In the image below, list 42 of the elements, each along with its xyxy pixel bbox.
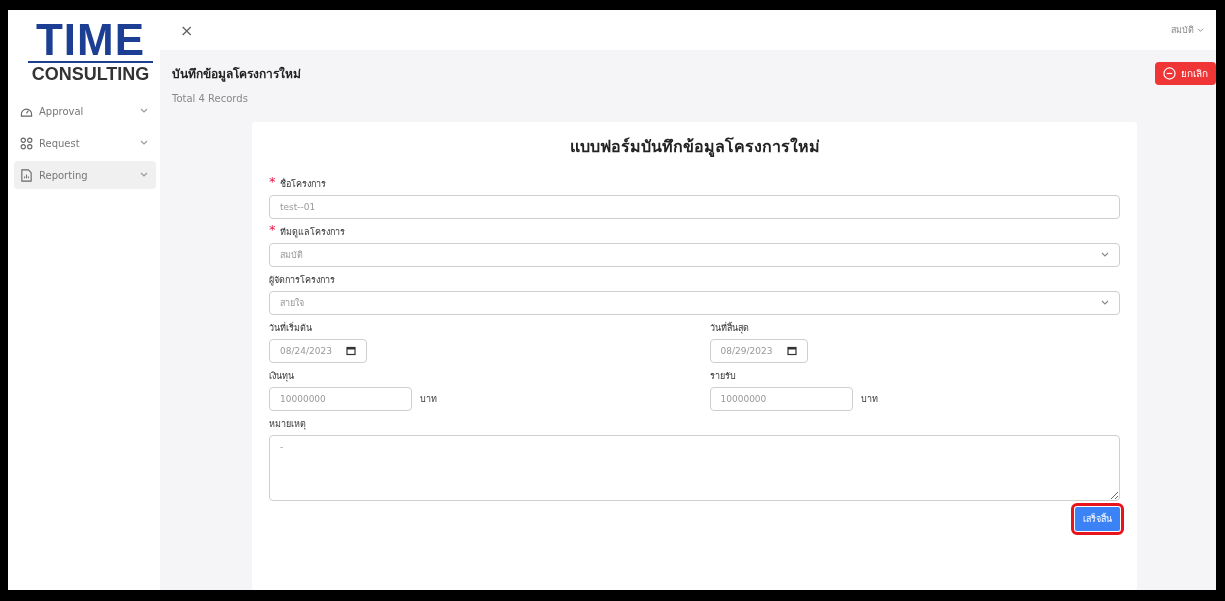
- sidebar-item[interactable]: Request: [14, 129, 156, 157]
- unit-label: บาท: [860, 393, 878, 406]
- sidebar-item[interactable]: Reporting: [14, 161, 156, 189]
- calendar-icon: [346, 346, 356, 356]
- logo-subtitle: CONSULTING: [31, 65, 150, 83]
- minus-circle-icon: [1163, 67, 1176, 80]
- form-title: แบบฟอร์มบันทึกข้อมูลโครงการใหม่: [568, 136, 821, 159]
- required-mark: *: [269, 177, 276, 191]
- unit-label: บาท: [420, 393, 437, 406]
- required-mark: *: [269, 225, 276, 239]
- start-date-field[interactable]: 08/24/2023: [269, 339, 367, 363]
- income-field[interactable]: 10000000: [709, 387, 853, 411]
- user-menu[interactable]: สมบัติ: [1165, 22, 1210, 38]
- field-label: หมายเหตุ: [269, 418, 306, 431]
- field-label: รายรับ: [709, 370, 736, 383]
- note-field[interactable]: -: [269, 435, 1120, 501]
- close-button[interactable]: ×: [180, 20, 194, 40]
- sidebar-item[interactable]: Approval: [14, 97, 156, 125]
- field-label: ชื่อโครงการ: [279, 177, 326, 191]
- records-count: Total 4 Records: [172, 93, 249, 104]
- file-icon: [20, 168, 33, 182]
- chevron-down-icon: [1197, 27, 1204, 33]
- end-date-field[interactable]: 08/29/2023: [709, 339, 808, 363]
- field-label: วันที่สิ้นสุด: [709, 321, 749, 335]
- manager-select[interactable]: สายใจ: [269, 291, 1120, 315]
- cancel-button[interactable]: ยกเลิก: [1155, 62, 1216, 85]
- project-name-field[interactable]: test--01: [269, 195, 1120, 219]
- field-label: วันที่เริ่มต้น: [269, 321, 312, 335]
- field-label: ผู้จัดการโครงการ: [269, 274, 335, 287]
- chevron-down-icon: [140, 140, 148, 146]
- field-label: เงินทุน: [269, 370, 294, 383]
- chevron-down-icon: [140, 108, 148, 114]
- budget-field[interactable]: 10000000: [269, 387, 412, 411]
- field-label: ทีมดูแลโครงการ: [279, 226, 345, 239]
- chevron-down-icon: [1101, 300, 1109, 306]
- page-title: บันทึกข้อมูลโครงการใหม่: [172, 65, 301, 83]
- chevron-down-icon: [1101, 252, 1109, 258]
- logo-title: TIME: [35, 20, 146, 60]
- grid-icon: [20, 136, 33, 150]
- chevron-down-icon: [140, 172, 148, 178]
- team-select[interactable]: สมบัติ: [269, 243, 1120, 267]
- calendar-icon: [786, 346, 797, 356]
